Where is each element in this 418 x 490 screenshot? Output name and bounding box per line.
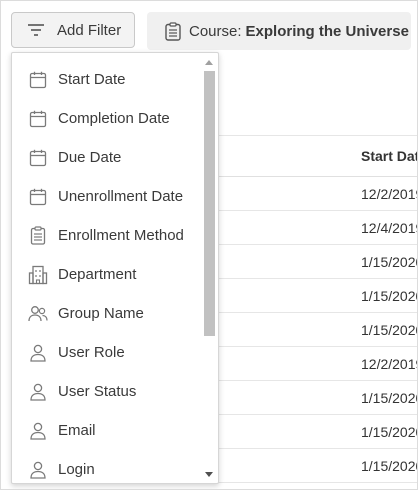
calendar-icon xyxy=(28,148,48,168)
menu-item-unenrollment-date[interactable]: Unenrollment Date xyxy=(12,177,202,216)
start-date-cell: 1/15/2020 xyxy=(361,287,418,304)
column-header-label: Start Date xyxy=(361,148,417,164)
course-filter-chip[interactable]: Course: Exploring the Universe xyxy=(147,12,411,50)
table-row[interactable]: 12/2/2019 xyxy=(201,347,418,381)
menu-item-group-name[interactable]: Group Name xyxy=(12,294,202,333)
user-icon xyxy=(28,382,48,402)
table-row[interactable]: 1/15/2020 xyxy=(201,245,418,279)
column-header-start-date[interactable]: Start Date xyxy=(201,135,417,177)
menu-item-label: Start Date xyxy=(58,71,126,88)
menu-item-start-date[interactable]: Start Date xyxy=(12,60,202,99)
menu-item-user-status[interactable]: User Status xyxy=(12,372,202,411)
menu-item-completion-date[interactable]: Completion Date xyxy=(12,99,202,138)
user-icon xyxy=(28,421,48,441)
app-frame: Add Filter Course: Exploring the Univers… xyxy=(0,0,418,490)
start-date-cell: 1/15/2020 xyxy=(361,389,418,406)
menu-item-enrollment-method[interactable]: Enrollment Method xyxy=(12,216,202,255)
start-date-cell: 12/4/2019 xyxy=(361,219,418,236)
menu-item-login[interactable]: Login xyxy=(12,450,202,483)
clipboard-icon xyxy=(165,21,181,41)
start-date-cell: 1/15/2020 xyxy=(361,423,418,440)
menu-item-label: Unenrollment Date xyxy=(58,188,184,205)
menu-scrollbar[interactable] xyxy=(201,53,217,483)
course-chip-value: Exploring the Universe xyxy=(245,22,409,40)
start-date-cell: 1/15/2020 xyxy=(361,457,418,474)
clipboard-icon xyxy=(28,226,48,246)
menu-item-label: User Status xyxy=(58,383,137,400)
start-date-cell: 1/15/2020 xyxy=(361,321,418,338)
filter-dropdown-menu[interactable]: Start Date Completion Date Due Date Unen… xyxy=(11,52,219,484)
menu-item-label: Login xyxy=(58,461,95,478)
calendar-icon xyxy=(28,109,48,129)
calendar-icon xyxy=(28,70,48,90)
menu-item-email[interactable]: Email xyxy=(12,411,202,450)
building-icon xyxy=(28,265,48,285)
user-icon xyxy=(28,343,48,363)
calendar-icon xyxy=(28,187,48,207)
start-date-cell: 12/2/2019 xyxy=(361,185,418,202)
table-row[interactable]: 1/15/2020 xyxy=(201,415,418,449)
menu-item-user-role[interactable]: User Role xyxy=(12,333,202,372)
filter-lines-icon xyxy=(27,23,45,37)
menu-item-label: Department xyxy=(58,266,137,283)
table-row[interactable]: 12/2/2019 xyxy=(201,177,418,211)
menu-item-label: Email xyxy=(58,422,96,439)
menu-item-label: User Role xyxy=(58,344,125,361)
menu-item-department[interactable]: Department xyxy=(12,255,202,294)
table-row[interactable]: 12/4/2019 xyxy=(201,211,418,245)
scroll-down-arrow-icon[interactable] xyxy=(201,467,217,481)
menu-item-label: Completion Date xyxy=(58,110,170,127)
add-filter-label: Add Filter xyxy=(57,21,122,39)
menu-item-due-date[interactable]: Due Date xyxy=(12,138,202,177)
table-row[interactable]: 1/15/2020 xyxy=(201,279,418,313)
start-date-cell: 1/15/2020 xyxy=(361,253,418,270)
add-filter-button[interactable]: Add Filter xyxy=(11,12,135,48)
menu-item-label: Group Name xyxy=(58,305,144,322)
menu-item-label: Enrollment Method xyxy=(58,227,184,244)
menu-item-label: Due Date xyxy=(58,149,122,166)
start-date-cell: 12/2/2019 xyxy=(361,355,418,372)
table-row[interactable]: 1/15/2020 xyxy=(201,381,418,415)
scrollbar-thumb[interactable] xyxy=(204,71,215,336)
user-icon xyxy=(28,460,48,480)
table-row[interactable]: 1/15/2020 xyxy=(201,449,418,483)
course-chip-prefix: Course: xyxy=(189,22,242,40)
group-icon xyxy=(28,304,48,324)
table-row[interactable]: 1/15/2020 xyxy=(201,313,418,347)
scroll-up-arrow-icon[interactable] xyxy=(201,55,217,69)
enrollment-table: Start Date 12/2/2019 12/4/2019 1/15/2020… xyxy=(201,135,418,483)
